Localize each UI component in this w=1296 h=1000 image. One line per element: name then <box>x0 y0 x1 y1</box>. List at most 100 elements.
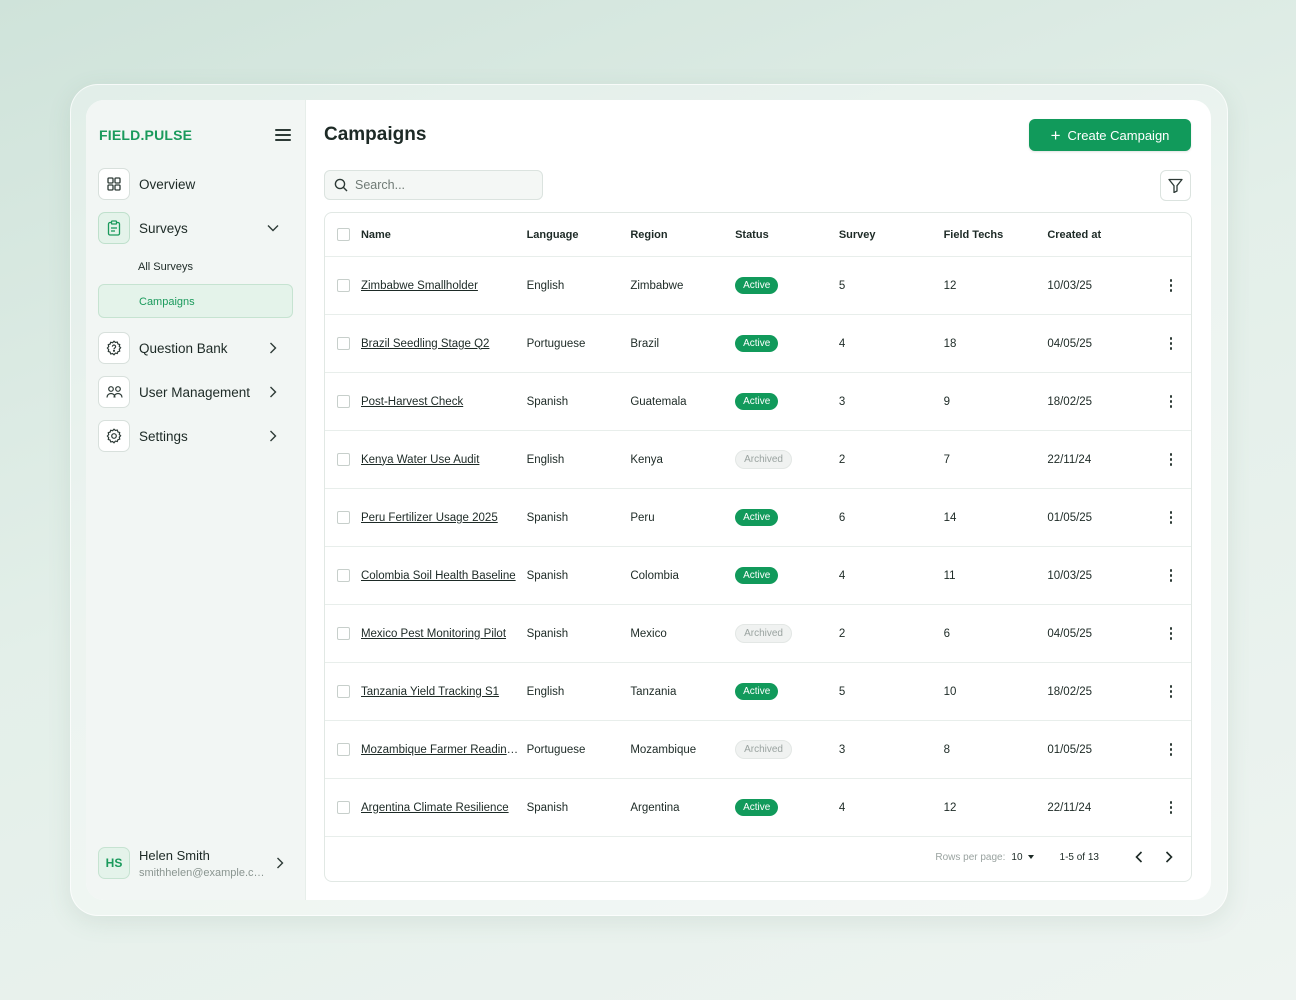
row-checkbox[interactable] <box>337 337 350 350</box>
campaign-name-link[interactable]: Kenya Water Use Audit <box>361 454 479 466</box>
row-actions-button[interactable] <box>1151 743 1191 756</box>
column-header-created-at[interactable]: Created at <box>1047 229 1151 241</box>
hamburger-menu-icon[interactable] <box>275 129 291 141</box>
column-header-name[interactable]: Name <box>361 229 527 241</box>
search-icon <box>334 178 348 192</box>
table-row[interactable]: Argentina Climate Resilience Spanish Argen… <box>325 779 1191 837</box>
sidebar-subitem-campaigns[interactable]: Campaigns <box>98 284 293 318</box>
row-checkbox[interactable] <box>337 801 350 814</box>
campaign-name-link[interactable]: Peru Fertilizer Usage 2025 <box>361 512 498 524</box>
chevron-down-icon[interactable] <box>263 218 283 238</box>
cell-region: Zimbabwe <box>630 279 684 292</box>
campaign-name-link[interactable]: Colombia Soil Health Baseline <box>361 570 516 582</box>
chevron-right-icon[interactable] <box>270 853 290 873</box>
column-header-survey[interactable]: Survey <box>839 229 944 241</box>
sidebar-item-question-bank[interactable]: Question Bank <box>98 332 293 364</box>
previous-page-button[interactable] <box>1129 847 1149 867</box>
row-checkbox[interactable] <box>337 685 350 698</box>
create-campaign-button[interactable]: + Create Campaign <box>1029 119 1191 151</box>
cell-region: Peru <box>630 511 655 524</box>
status-badge: Active <box>735 567 779 584</box>
cell-field-techs: 11 <box>943 569 956 582</box>
cell-region: Tanzania <box>630 685 677 698</box>
row-checkbox[interactable] <box>337 279 350 292</box>
status-badge: Active <box>735 509 779 526</box>
row-actions-button[interactable] <box>1151 801 1191 814</box>
cell-region: Mozambique <box>630 743 697 756</box>
row-actions-button[interactable] <box>1151 279 1191 292</box>
row-checkbox[interactable] <box>337 569 350 582</box>
search-input[interactable] <box>355 178 525 192</box>
table-header-row: Name Language Region Status Survey Field… <box>325 213 1191 257</box>
row-checkbox[interactable] <box>337 395 350 408</box>
column-header-language[interactable]: Language <box>527 229 631 241</box>
campaign-name-link[interactable]: Brazil Seedling Stage Q2 <box>361 338 490 350</box>
table-row[interactable]: Post-Harvest Check Spanish Guatemala Active… <box>325 373 1191 431</box>
row-checkbox[interactable] <box>337 511 350 524</box>
sidebar-nav: Overview Surveys All Surveys Campaigns Q… <box>86 168 305 452</box>
chevron-right-icon <box>1165 851 1173 863</box>
grid-icon <box>98 168 130 200</box>
cell-field-techs: 9 <box>943 395 950 408</box>
select-all-checkbox[interactable] <box>337 228 350 241</box>
user-profile[interactable]: HS Helen Smith smithhelen@example.com <box>98 846 294 880</box>
cell-language: English <box>526 279 565 292</box>
cell-survey: 2 <box>838 453 846 466</box>
sidebar-item-settings[interactable]: Settings <box>98 420 293 452</box>
chevron-right-icon[interactable] <box>263 338 283 358</box>
table-row[interactable]: Zimbabwe Smallholder English Zimbabwe Activ… <box>325 257 1191 315</box>
campaign-name-link[interactable]: Argentina Climate Resilience <box>361 802 509 814</box>
cell-language: English <box>526 453 565 466</box>
sidebar-subitem-all-surveys[interactable]: All Surveys <box>138 256 293 278</box>
search-box[interactable] <box>324 170 543 200</box>
filter-button[interactable] <box>1160 170 1191 201</box>
cell-survey: 3 <box>838 395 846 408</box>
rows-per-page-select[interactable]: 10 <box>1011 852 1034 863</box>
cell-language: Spanish <box>526 801 569 814</box>
row-checkbox[interactable] <box>337 453 350 466</box>
row-actions-button[interactable] <box>1151 453 1191 466</box>
row-actions-button[interactable] <box>1151 395 1191 408</box>
campaign-name-link[interactable]: Zimbabwe Smallholder <box>361 280 478 292</box>
row-checkbox[interactable] <box>337 627 350 640</box>
sidebar-item-label: Question Bank <box>139 340 228 356</box>
table-row[interactable]: Kenya Water Use Audit English Kenya Archive… <box>325 431 1191 489</box>
cell-survey: 2 <box>838 627 846 640</box>
sidebar-item-label: Settings <box>139 428 188 444</box>
table-row[interactable]: Mozambique Farmer Readiness Portuguese Moz… <box>325 721 1191 779</box>
avatar: HS <box>98 847 130 879</box>
user-email: smithhelen@example.com <box>139 866 267 879</box>
status-badge: Active <box>735 799 779 816</box>
table-row[interactable]: Brazil Seedling Stage Q2 Portuguese Brazil… <box>325 315 1191 373</box>
table-row[interactable]: Colombia Soil Health Baseline Spanish Colo… <box>325 547 1191 605</box>
pagination: Rows per page: 10 1-5 of 13 <box>325 833 1191 881</box>
cell-created-at: 18/02/25 <box>1047 685 1093 698</box>
cell-field-techs: 6 <box>943 627 950 640</box>
row-actions-button[interactable] <box>1151 569 1191 582</box>
row-actions-button[interactable] <box>1151 511 1191 524</box>
campaign-name-link[interactable]: Mozambique Farmer Readiness <box>361 744 525 756</box>
question-gear-icon <box>98 332 130 364</box>
sidebar-item-surveys[interactable]: Surveys <box>98 212 293 244</box>
row-checkbox[interactable] <box>337 743 350 756</box>
sidebar-item-overview[interactable]: Overview <box>98 168 293 200</box>
column-header-field-techs[interactable]: Field Techs <box>944 229 1048 241</box>
row-actions-button[interactable] <box>1151 337 1191 350</box>
campaign-name-link[interactable]: Mexico Pest Monitoring Pilot <box>361 628 506 640</box>
sidebar-item-user-management[interactable]: User Management <box>98 376 293 408</box>
row-actions-button[interactable] <box>1151 685 1191 698</box>
table-row[interactable]: Peru Fertilizer Usage 2025 Spanish Peru Act… <box>325 489 1191 547</box>
cell-created-at: 18/02/25 <box>1047 395 1093 408</box>
chevron-right-icon[interactable] <box>263 382 283 402</box>
next-page-button[interactable] <box>1159 847 1179 867</box>
campaign-name-link[interactable]: Post-Harvest Check <box>361 396 463 408</box>
chevron-right-icon[interactable] <box>263 426 283 446</box>
table-row[interactable]: Tanzania Yield Tracking S1 English Tanzani… <box>325 663 1191 721</box>
column-header-status[interactable]: Status <box>735 229 839 241</box>
sidebar: FIELD.PULSE Overview Surveys All Surveys… <box>86 100 306 900</box>
table-row[interactable]: Mexico Pest Monitoring Pilot Spanish Mexic… <box>325 605 1191 663</box>
campaign-name-link[interactable]: Tanzania Yield Tracking S1 <box>361 686 499 698</box>
row-actions-button[interactable] <box>1151 627 1191 640</box>
column-header-region[interactable]: Region <box>630 229 735 241</box>
kebab-menu-icon <box>1169 511 1173 524</box>
